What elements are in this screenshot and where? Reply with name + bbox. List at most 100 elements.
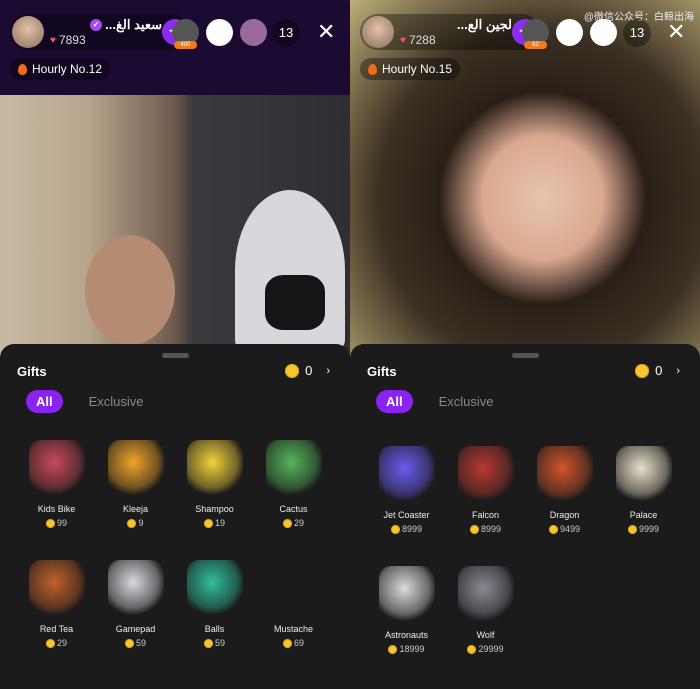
gifts-title: Gifts <box>367 364 397 379</box>
host-info[interactable]: لجين الع... ♥7288 + <box>360 14 540 50</box>
gift-price: 19 <box>214 518 225 528</box>
gift-image <box>378 446 435 502</box>
coin-icon <box>388 644 398 654</box>
gift-name: Falcon <box>471 510 499 520</box>
gift-price: 9 <box>138 518 144 528</box>
coin-icon <box>203 518 213 528</box>
coin-icon <box>627 524 637 534</box>
hourly-rank-badge[interactable]: Hourly No.12 <box>10 58 111 80</box>
gift-item[interactable]: Balls 59 <box>175 556 254 676</box>
gift-price: 9999 <box>638 524 660 534</box>
gift-image <box>107 560 164 616</box>
viewer-avatar[interactable] <box>206 19 233 46</box>
gift-item[interactable]: Red Tea 29 <box>17 556 96 676</box>
gift-name: Wolf <box>476 630 495 640</box>
gift-item[interactable]: Gamepad 59 <box>96 556 175 676</box>
viewer-avatar[interactable]: 400 <box>172 19 199 49</box>
gift-item[interactable]: Dragon 9499 <box>525 442 604 562</box>
gift-price: 99 <box>56 518 67 528</box>
host-name: لجين الع... <box>456 17 512 32</box>
gift-name: Palace <box>629 510 658 520</box>
host-info[interactable]: سعيد الغ...✓ ♥7893 + <box>10 14 190 50</box>
gift-name: Gamepad <box>115 624 156 634</box>
gift-item[interactable]: Astronauts 18999 <box>367 562 446 682</box>
tab-exclusive[interactable]: Exclusive <box>89 394 144 409</box>
viewer-level-badge: 400 <box>174 41 197 49</box>
gift-price: 29999 <box>478 644 504 654</box>
coin-balance[interactable]: 0 › <box>285 363 330 378</box>
gift-price: 29 <box>293 518 304 528</box>
mask <box>265 275 325 330</box>
balance-value: 0 <box>305 363 313 378</box>
heart-icon: ♥ <box>400 34 406 46</box>
gift-panel: Gifts 0 › All Exclusive Kids Bike 99 Kleej… <box>0 344 350 689</box>
gift-name: Jet Coaster <box>383 510 430 520</box>
verified-icon: ✓ <box>90 19 103 31</box>
coin-icon <box>469 524 479 534</box>
gift-image <box>265 440 322 496</box>
coin-icon <box>45 638 55 648</box>
coin-icon <box>127 518 137 528</box>
gift-image <box>266 560 322 616</box>
drag-handle[interactable] <box>162 353 189 358</box>
tab-all[interactable]: All <box>26 390 63 413</box>
gift-image <box>186 440 243 496</box>
host-likes: 7288 <box>408 33 436 47</box>
coin-icon <box>635 363 650 378</box>
gift-item[interactable]: Jet Coaster 8999 <box>367 442 446 562</box>
gift-name: Kleeja <box>122 504 149 514</box>
gift-name: Kids Bike <box>37 504 76 514</box>
flame-icon <box>18 63 27 75</box>
chevron-right-icon: › <box>326 364 330 377</box>
gift-name: Astronauts <box>384 630 429 640</box>
gift-item[interactable]: Falcon 8999 <box>446 442 525 562</box>
host-avatar[interactable] <box>12 16 44 48</box>
gift-panel: Gifts 0 › All Exclusive Jet Coaster 8999 F… <box>350 344 700 689</box>
gift-image <box>457 566 514 622</box>
live-video[interactable] <box>350 0 700 360</box>
gift-price: 59 <box>135 638 146 648</box>
gift-image <box>28 440 85 496</box>
coin-icon <box>285 363 300 378</box>
gift-item[interactable]: Cactus 29 <box>254 436 333 556</box>
viewer-avatar[interactable] <box>590 19 617 46</box>
coin-balance[interactable]: 0 › <box>635 363 680 378</box>
gift-name: Red Tea <box>39 624 74 634</box>
host-avatar[interactable] <box>362 16 394 48</box>
drag-handle[interactable] <box>512 353 539 358</box>
viewer-count[interactable]: 13 <box>623 19 651 47</box>
tab-exclusive[interactable]: Exclusive <box>439 394 494 409</box>
gift-item[interactable]: Kids Bike 99 <box>17 436 96 556</box>
gifts-title: Gifts <box>17 364 47 379</box>
gift-item[interactable]: Shampoo 19 <box>175 436 254 556</box>
gift-item[interactable]: Wolf 29999 <box>446 562 525 682</box>
gift-price: 18999 <box>399 644 425 654</box>
hourly-rank: Hourly No.12 <box>32 62 103 76</box>
hourly-rank-badge[interactable]: Hourly No.15 <box>360 58 461 80</box>
tab-all[interactable]: All <box>376 390 413 413</box>
gift-item[interactable]: Kleeja 9 <box>96 436 175 556</box>
host-likes: 7893 <box>58 33 86 47</box>
gift-name: Cactus <box>279 504 308 514</box>
chevron-right-icon: › <box>676 364 680 377</box>
viewer-level-badge: 62 <box>524 41 547 49</box>
gift-item[interactable]: Palace 9999 <box>604 442 683 562</box>
coin-icon <box>390 524 400 534</box>
viewer-count[interactable]: 13 <box>272 19 300 47</box>
viewer-avatar[interactable] <box>556 19 583 46</box>
close-icon[interactable]: ✕ <box>317 17 335 47</box>
gift-item[interactable]: Mustache 69 <box>254 556 333 676</box>
coin-icon <box>548 524 558 534</box>
gift-price: 8999 <box>401 524 423 534</box>
gift-price: 29 <box>56 638 67 648</box>
gift-image <box>615 446 672 502</box>
viewer-avatar[interactable]: 62 <box>522 19 549 49</box>
gift-image <box>457 446 514 502</box>
viewer-avatar[interactable] <box>240 19 267 46</box>
gift-image <box>378 566 435 622</box>
gift-price: 9499 <box>559 524 581 534</box>
balance-value: 0 <box>655 363 663 378</box>
coin-icon <box>282 638 292 648</box>
close-icon[interactable]: ✕ <box>667 17 685 47</box>
gift-image <box>107 440 164 496</box>
